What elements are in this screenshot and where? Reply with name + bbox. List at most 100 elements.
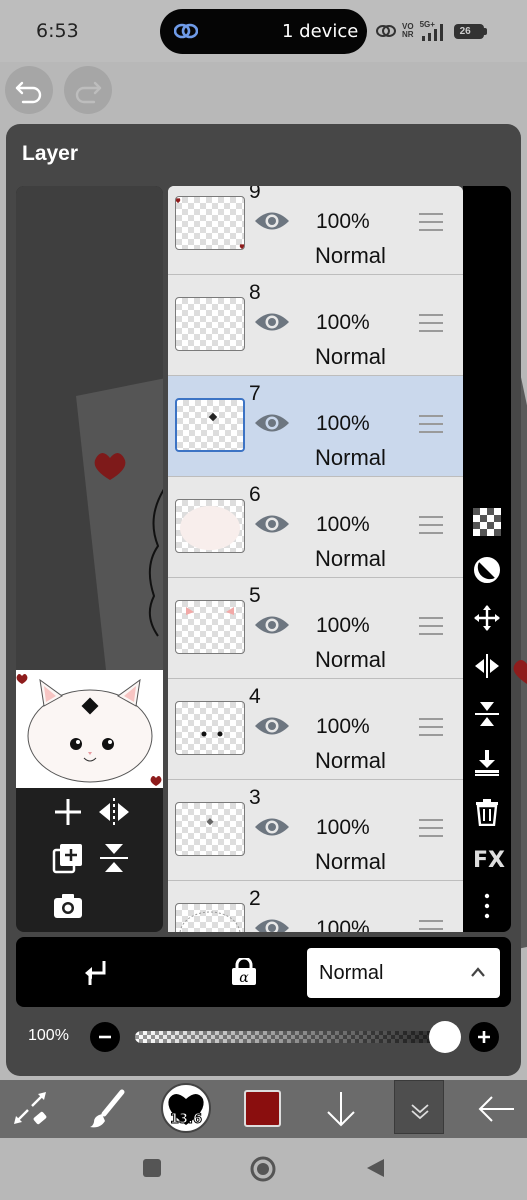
layer-number: 8 <box>249 281 261 304</box>
layer-row[interactable]: 5 100% Normal <box>168 578 463 679</box>
transparency-checker-icon[interactable] <box>473 508 501 536</box>
home-icon[interactable] <box>249 1155 277 1183</box>
camera-icon[interactable] <box>50 888 86 924</box>
invert-icon[interactable] <box>473 556 501 584</box>
transform-tool-icon[interactable] <box>8 1086 54 1132</box>
status-bar: 6:53 1 device VO NR 5G+ 26 <box>0 0 527 62</box>
layer-thumbnail[interactable] <box>175 297 245 351</box>
opacity-increase-button[interactable] <box>469 1022 499 1052</box>
recents-icon[interactable] <box>141 1157 163 1179</box>
opacity-slider-track[interactable] <box>135 1031 445 1043</box>
status-time: 6:53 <box>36 20 79 42</box>
layer-row[interactable]: 9 100% Normal <box>168 186 463 275</box>
system-nav-bar <box>0 1138 527 1200</box>
drag-handle-icon[interactable] <box>419 314 443 334</box>
layer-thumbnail[interactable] <box>175 600 245 654</box>
visibility-eye-icon[interactable] <box>254 612 290 638</box>
canvas-view[interactable] <box>16 186 163 670</box>
drag-handle-icon[interactable] <box>419 617 443 637</box>
layer-opacity: 100% <box>316 311 370 334</box>
visibility-eye-icon[interactable] <box>254 208 290 234</box>
layer-thumbnail[interactable] <box>175 903 245 932</box>
back-arrow-icon[interactable] <box>474 1086 520 1132</box>
drag-handle-icon[interactable] <box>419 920 443 932</box>
layer-row[interactable]: 4 100% Normal <box>168 679 463 780</box>
layer-row[interactable]: 3 100% Normal <box>168 780 463 881</box>
layer-preview-column <box>16 186 163 932</box>
fx-button[interactable]: FX <box>473 848 505 876</box>
brush-size-button[interactable]: 13.6 <box>161 1083 211 1133</box>
flip-layer-horizontal-icon[interactable] <box>473 652 501 680</box>
layer-number: 5 <box>249 584 261 607</box>
layer-opacity: 100% <box>316 917 370 932</box>
layer-blend-mode: Normal <box>315 849 386 874</box>
visibility-eye-icon[interactable] <box>254 309 290 335</box>
add-layer-icon[interactable] <box>50 794 86 830</box>
layer-blend-mode: Normal <box>315 243 386 268</box>
visibility-eye-icon[interactable] <box>254 814 290 840</box>
plus-icon <box>478 1031 490 1043</box>
layer-number: 9 <box>249 186 261 203</box>
flip-layer-vertical-icon[interactable] <box>473 700 501 728</box>
layer-row[interactable]: 8 100% Normal <box>168 275 463 376</box>
arrow-down-icon[interactable] <box>318 1086 364 1132</box>
layer-row[interactable]: 7 100% Normal <box>168 376 463 477</box>
layer-opacity: 100% <box>316 513 370 536</box>
blend-mode-value: Normal <box>319 962 384 984</box>
flip-horizontal-icon[interactable] <box>96 794 132 830</box>
brush-size-value: 13.6 <box>169 1112 203 1128</box>
blend-bar: α Normal <box>16 937 511 1007</box>
layer-thumbnail[interactable] <box>175 196 245 250</box>
merge-down-icon[interactable] <box>473 748 501 776</box>
visibility-eye-icon[interactable] <box>254 713 290 739</box>
drag-handle-icon[interactable] <box>419 415 443 435</box>
opacity-slider-knob[interactable] <box>429 1021 461 1053</box>
visibility-eye-icon[interactable] <box>254 410 290 436</box>
drag-handle-icon[interactable] <box>419 213 443 233</box>
opacity-decrease-button[interactable] <box>90 1022 120 1052</box>
layer-blend-mode: Normal <box>315 344 386 369</box>
redo-icon <box>75 81 102 104</box>
undo-button[interactable] <box>5 66 53 114</box>
clipping-icon[interactable] <box>82 957 110 987</box>
layer-row[interactable]: 2100%Normal <box>168 881 463 932</box>
redo-button[interactable] <box>64 66 112 114</box>
layer-row[interactable]: 6 100% Normal <box>168 477 463 578</box>
drag-handle-icon[interactable] <box>419 819 443 839</box>
layer-list[interactable]: 9 100% Normal 8 100% Normal 7 100% Normal 6 100% No… <box>168 186 463 932</box>
layer-thumbnail[interactable] <box>175 499 245 553</box>
panel-title: Layer <box>22 142 79 165</box>
collapse-toolbar-button[interactable] <box>394 1080 444 1134</box>
heart-shape <box>513 660 527 684</box>
flip-vertical-icon[interactable] <box>96 840 132 876</box>
blend-mode-select[interactable]: Normal <box>307 948 500 998</box>
back-icon[interactable] <box>364 1157 386 1179</box>
visibility-eye-icon[interactable] <box>254 915 290 932</box>
more-options-icon[interactable] <box>473 892 501 920</box>
layer-thumbnail[interactable] <box>175 398 245 452</box>
layer-panel: Layer 9 100% Normal 8 100% Normal 7 100%… <box>6 124 521 1076</box>
duplicate-layer-icon[interactable] <box>50 840 86 876</box>
move-icon[interactable] <box>473 604 501 632</box>
layer-blend-mode: Normal <box>315 445 386 470</box>
opacity-label: 100% <box>28 1027 69 1044</box>
layer-tools-column: FX <box>463 186 511 932</box>
visibility-eye-icon[interactable] <box>254 511 290 537</box>
drag-handle-icon[interactable] <box>419 718 443 738</box>
canvas-preview <box>16 670 163 788</box>
connected-devices-pill[interactable]: 1 device <box>160 9 367 54</box>
brush-tool-icon[interactable] <box>84 1086 130 1132</box>
link-icon <box>174 23 198 39</box>
delete-layer-icon[interactable] <box>473 798 501 826</box>
layer-thumbnail[interactable] <box>175 802 245 856</box>
drag-handle-icon[interactable] <box>419 516 443 536</box>
color-swatch[interactable] <box>244 1090 281 1127</box>
signal-icon: 5G+ <box>420 20 448 42</box>
alpha-lock-icon[interactable]: α <box>230 958 258 986</box>
link-status-icon <box>376 25 396 37</box>
layer-opacity: 100% <box>316 412 370 435</box>
layer-opacity: 100% <box>316 210 370 233</box>
layer-thumbnail[interactable] <box>175 701 245 755</box>
layer-opacity: 100% <box>316 715 370 738</box>
cat-preview-image <box>16 674 162 786</box>
